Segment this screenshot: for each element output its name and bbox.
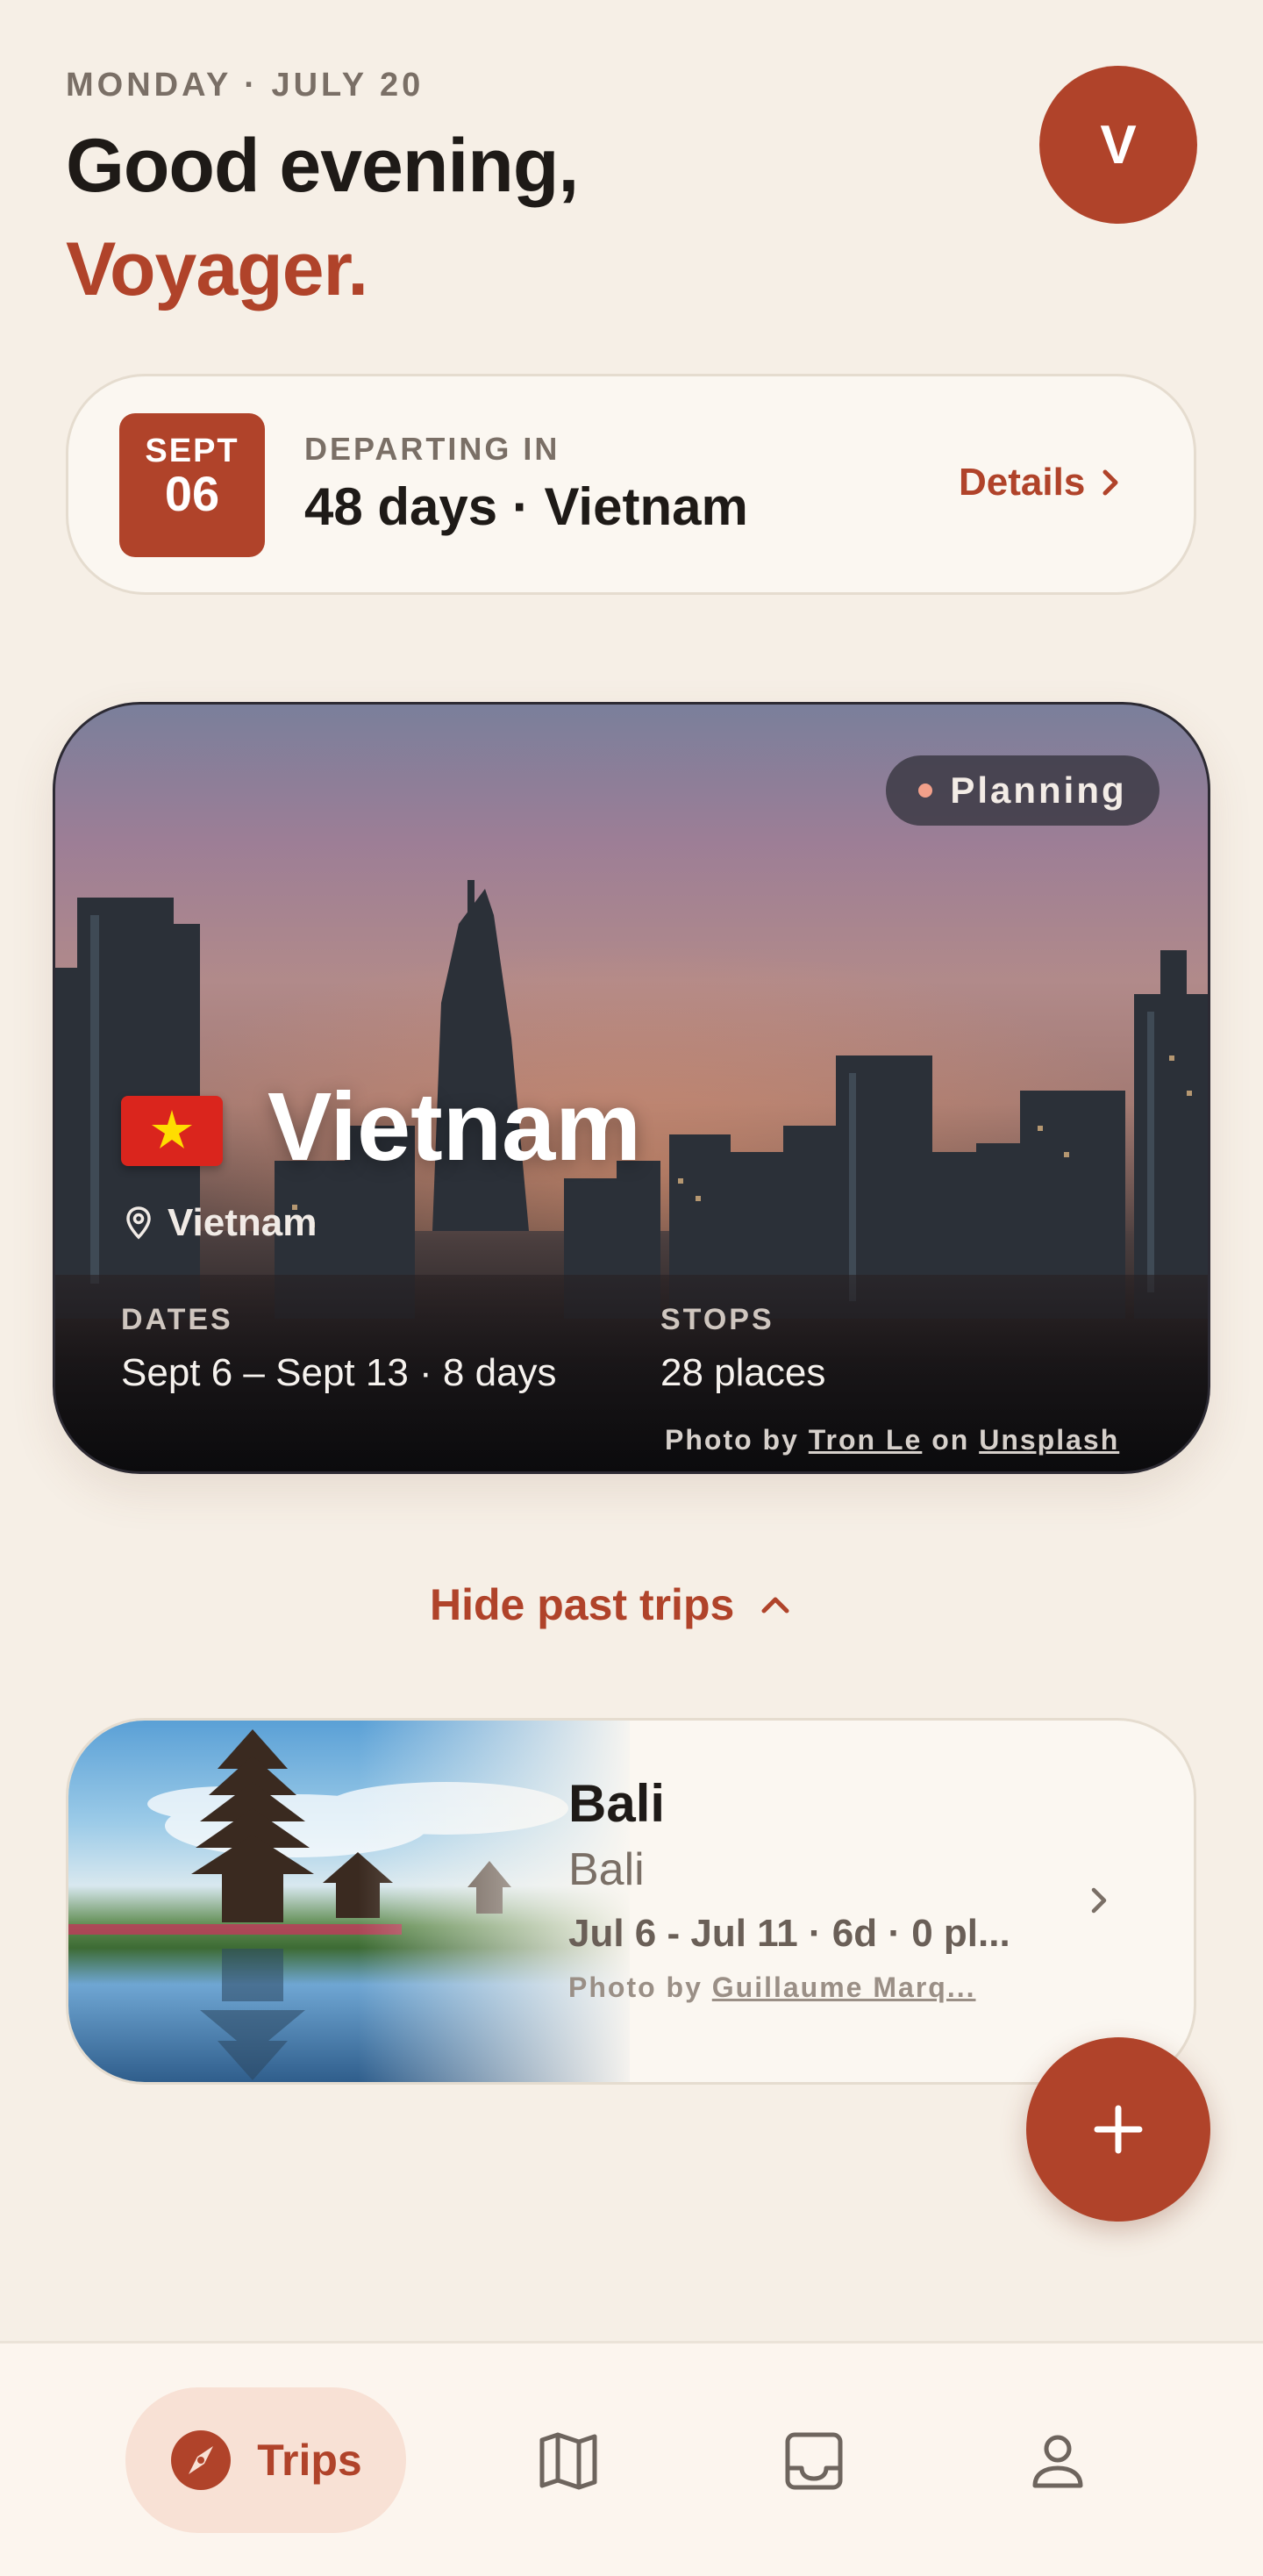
trip-location: Vietnam: [125, 1201, 317, 1245]
trip-dates: DATES Sept 6 – Sept 13 · 8 days: [121, 1303, 557, 1395]
greeting-text: Good evening,: [66, 124, 579, 208]
details-link[interactable]: Details: [959, 461, 1124, 504]
add-trip-button[interactable]: [1026, 2037, 1210, 2222]
photo-credit: Photo by Tron Le on Unsplash: [665, 1424, 1119, 1456]
stops-label: STOPS: [660, 1303, 774, 1336]
credit-author-link[interactable]: Tron Le: [809, 1424, 923, 1456]
bottom-navigation: Trips: [0, 2341, 1263, 2576]
calendar-month: SEPT: [145, 433, 239, 469]
inbox-icon[interactable]: [781, 2428, 847, 2494]
status-dot: [918, 784, 933, 798]
calendar-day: 06: [164, 466, 220, 521]
past-trip-info: Jul 6 - Jul 11 · 6d · 0 pl...: [568, 1912, 1010, 1955]
dates-value: Sept 6 – Sept 13 · 8 days: [121, 1351, 557, 1394]
past-trip-location: Bali: [568, 1844, 645, 1895]
calendar-date-badge: SEPT 06: [119, 413, 265, 557]
hide-past-trips-button[interactable]: Hide past trips: [430, 1579, 790, 1630]
map-pin-icon: [126, 1206, 151, 1240]
past-trip-card[interactable]: Bali Bali Jul 6 - Jul 11 · 6d · 0 pl... …: [66, 1718, 1196, 2085]
credit-source-link[interactable]: Unsplash: [979, 1424, 1119, 1456]
avatar[interactable]: V: [1039, 66, 1197, 224]
past-credit-author-link[interactable]: Guillaume Marq...: [712, 1971, 976, 2003]
trip-location-label: Vietnam: [168, 1201, 318, 1244]
chevron-up-icon: [761, 1597, 789, 1614]
credit-mid: on: [931, 1424, 970, 1456]
status-label: Planning: [950, 769, 1127, 811]
trip-stops: STOPS 28 places: [660, 1303, 825, 1395]
details-label: Details: [959, 461, 1086, 504]
chevron-right-icon: [1091, 1887, 1107, 1914]
nav-trips-label: Trips: [257, 2436, 362, 2485]
past-credit-prefix: Photo by: [568, 1971, 703, 2003]
hide-past-trips-label: Hide past trips: [430, 1580, 735, 1629]
plus-icon: [1094, 2105, 1143, 2154]
vietnam-flag-icon: [121, 1096, 223, 1166]
featured-trip-card[interactable]: Planning Vietnam Vietnam DATES Sept 6 – …: [53, 702, 1210, 1474]
departing-label: DEPARTING IN: [304, 431, 560, 467]
departure-countdown-card[interactable]: SEPT 06 DEPARTING IN 48 days · Vietnam D…: [66, 374, 1196, 595]
profile-icon[interactable]: [1024, 2428, 1091, 2494]
past-trip-photo-credit: Photo by Guillaume Marq...: [568, 1971, 975, 2004]
stops-value: 28 places: [660, 1351, 826, 1394]
compass-icon: [171, 2430, 232, 2490]
past-trip-name: Bali: [568, 1774, 666, 1833]
nav-item-trips[interactable]: Trips: [125, 2387, 406, 2533]
trip-status-badge: Planning: [886, 755, 1160, 826]
dates-label: DATES: [121, 1303, 233, 1336]
map-icon[interactable]: [535, 2428, 602, 2494]
trip-title: Vietnam: [268, 1073, 641, 1181]
user-name: Voyager.: [66, 227, 368, 311]
chevron-right-icon: [1102, 469, 1118, 496]
credit-prefix: Photo by: [665, 1424, 799, 1456]
departing-value: 48 days · Vietnam: [304, 477, 748, 536]
date-line: MONDAY · JULY 20: [66, 67, 425, 104]
